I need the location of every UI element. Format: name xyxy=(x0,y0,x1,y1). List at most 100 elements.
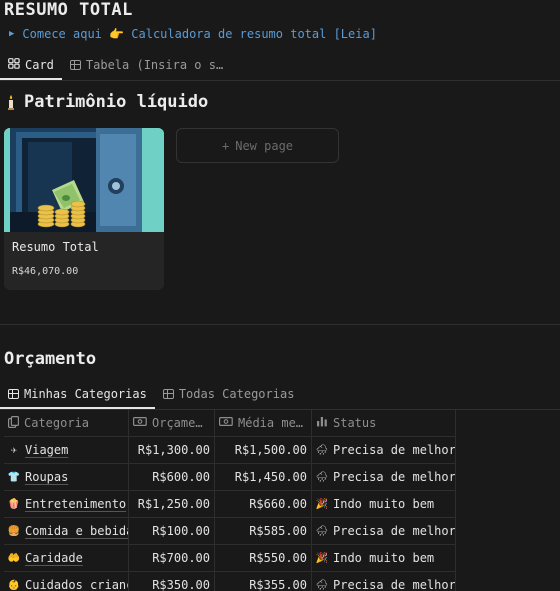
column-header-categoria[interactable]: Categoria xyxy=(4,410,129,436)
plus-icon: + xyxy=(221,138,230,153)
money-icon xyxy=(133,416,147,430)
cell-categoria[interactable]: 👶 Cuidados crianças xyxy=(4,572,129,591)
cell-orcamento[interactable]: R$700.00 xyxy=(129,545,215,571)
charity-icon: 🤲 xyxy=(7,552,21,564)
cell-media[interactable]: R$550.00 xyxy=(215,545,312,571)
table-row[interactable]: 🍔 Comida e bebida R$100.00 R$585.00 🌧 Precisa… xyxy=(4,518,456,545)
patrimonio-heading-text: Patrimônio líquido xyxy=(24,92,209,112)
cell-status[interactable]: 🌧 Precisa de melhorar xyxy=(312,518,456,544)
new-page-label: New page xyxy=(235,138,294,153)
table-icon xyxy=(162,389,174,399)
cell-orcamento[interactable]: R$1,250.00 xyxy=(129,491,215,517)
orcamento-value: R$100.00 xyxy=(152,524,210,538)
category-link[interactable]: Entretenimento xyxy=(25,497,126,511)
party-popper-icon: 🎉 xyxy=(315,498,329,510)
candle-icon xyxy=(4,95,18,110)
cell-status[interactable]: 🌧 Precisa de melhorar xyxy=(312,464,456,490)
category-link[interactable]: Comida e bebida xyxy=(25,524,128,538)
table-header: Categoria Orçame… Média me… Status xyxy=(4,410,456,437)
table-row[interactable]: 👕 Roupas R$600.00 R$1,450.00 🌧 Precisa de mel… xyxy=(4,464,456,491)
column-header-label: Média me… xyxy=(238,416,304,430)
cell-media[interactable]: R$1,450.00 xyxy=(215,464,312,490)
tab-card[interactable]: Card xyxy=(0,52,62,80)
cell-status[interactable]: 🌧 Precisa de melhorar xyxy=(312,437,456,463)
cell-status[interactable]: 🎉 Indo muito bem xyxy=(312,545,456,571)
orcamento-value: R$1,250.00 xyxy=(137,497,210,511)
media-value: R$355.00 xyxy=(249,578,307,591)
media-value: R$585.00 xyxy=(249,524,307,538)
tab-todas-categorias-label: Todas Categorias xyxy=(178,387,295,401)
shirt-icon: 👕 xyxy=(7,471,21,483)
cell-media[interactable]: R$585.00 xyxy=(215,518,312,544)
popcorn-icon: 🍿 xyxy=(7,498,21,510)
tab-tabela[interactable]: Tabela (Insira o s… xyxy=(62,52,231,78)
food-icon: 🍔 xyxy=(7,525,21,537)
cell-categoria[interactable]: 👕 Roupas xyxy=(4,464,129,490)
cell-orcamento[interactable]: R$350.00 xyxy=(129,572,215,591)
media-value: R$550.00 xyxy=(249,551,307,565)
table-row[interactable]: 🤲 Caridade R$700.00 R$550.00 🎉 Indo muito bem xyxy=(4,545,456,572)
cell-orcamento[interactable]: R$1,300.00 xyxy=(129,437,215,463)
toggle-triangle-icon[interactable]: ▶ xyxy=(9,29,14,39)
rain-cloud-icon: 🌧 xyxy=(315,444,329,456)
tab-minhas-categorias[interactable]: Minhas Categorias xyxy=(0,381,155,409)
cell-media[interactable]: R$660.00 xyxy=(215,491,312,517)
status-value: Precisa de melhorar xyxy=(333,470,456,484)
start-here-toggle[interactable]: ▶ Comece aqui 👉 Calculadora de resumo to… xyxy=(9,27,377,41)
cell-orcamento[interactable]: R$100.00 xyxy=(129,518,215,544)
resumo-total-card[interactable]: Resumo Total R$46,070.00 xyxy=(4,128,164,290)
orcamento-value: R$1,300.00 xyxy=(137,443,210,457)
status-value: Precisa de melhorar xyxy=(333,524,456,538)
status-value: Precisa de melhorar xyxy=(333,443,456,457)
column-header-orcamento[interactable]: Orçame… xyxy=(129,410,215,436)
orcamento-heading: Orçamento xyxy=(4,349,97,369)
divider xyxy=(0,80,560,81)
bar-chart-icon xyxy=(316,416,328,430)
column-header-label: Orçame… xyxy=(152,416,203,430)
cell-categoria[interactable]: 🍔 Comida e bebida xyxy=(4,518,129,544)
card-title: Resumo Total xyxy=(12,240,99,254)
cell-categoria[interactable]: ✈ Viagem xyxy=(4,437,129,463)
tab-card-label: Card xyxy=(25,58,54,72)
budget-table: Categoria Orçame… Média me… Status ✈ Viag… xyxy=(4,410,456,591)
category-link[interactable]: Viagem xyxy=(25,443,68,457)
child-care-icon: 👶 xyxy=(7,579,21,591)
category-link[interactable]: Caridade xyxy=(25,551,83,565)
new-page-button[interactable]: + New page xyxy=(176,128,339,163)
status-value: Indo muito bem xyxy=(333,551,435,565)
cell-orcamento[interactable]: R$600.00 xyxy=(129,464,215,490)
cell-categoria[interactable]: 🍿 Entretenimento xyxy=(4,491,129,517)
column-header-status[interactable]: Status xyxy=(312,410,456,436)
rain-cloud-icon: 🌧 xyxy=(315,525,329,537)
table-icon xyxy=(69,60,81,70)
tab-minhas-categorias-label: Minhas Categorias xyxy=(24,387,147,401)
vault-with-money-image xyxy=(4,128,164,232)
column-header-label: Status xyxy=(333,416,377,430)
status-value: Precisa de melhorar xyxy=(333,578,456,591)
tab-todas-categorias[interactable]: Todas Categorias xyxy=(155,381,303,407)
category-link[interactable]: Roupas xyxy=(25,470,68,484)
money-icon xyxy=(219,416,233,430)
cell-status[interactable]: 🎉 Indo muito bem xyxy=(312,491,456,517)
media-value: R$1,500.00 xyxy=(234,443,307,457)
card-value: R$46,070.00 xyxy=(12,266,79,277)
column-header-media[interactable]: Média me… xyxy=(215,410,312,436)
orcamento-value: R$600.00 xyxy=(152,470,210,484)
toggle-label[interactable]: Comece aqui 👉 Calculadora de resumo tota… xyxy=(22,27,377,41)
table-row[interactable]: 👶 Cuidados crianças R$350.00 R$355.00 🌧 Preci… xyxy=(4,572,456,591)
tab-tabela-label: Tabela (Insira o s… xyxy=(85,58,224,72)
table-row[interactable]: ✈ Viagem R$1,300.00 R$1,500.00 🌧 Precisa de m… xyxy=(4,437,456,464)
rain-cloud-icon: 🌧 xyxy=(315,471,329,483)
plane-icon: ✈ xyxy=(10,444,18,456)
cell-status[interactable]: 🌧 Precisa de melhorar xyxy=(312,572,456,591)
cell-media[interactable]: R$355.00 xyxy=(215,572,312,591)
status-value: Indo muito bem xyxy=(333,497,435,511)
orcamento-value: R$350.00 xyxy=(152,578,210,591)
cell-media[interactable]: R$1,500.00 xyxy=(215,437,312,463)
table-row[interactable]: 🍿 Entretenimento R$1,250.00 R$660.00 🎉 Indo m… xyxy=(4,491,456,518)
rain-cloud-icon: 🌧 xyxy=(315,579,329,591)
cell-categoria[interactable]: 🤲 Caridade xyxy=(4,545,129,571)
orcamento-tabs: Minhas Categorias Todas Categorias xyxy=(0,381,303,409)
category-link[interactable]: Cuidados crianças xyxy=(25,578,128,591)
table-icon xyxy=(8,389,19,399)
